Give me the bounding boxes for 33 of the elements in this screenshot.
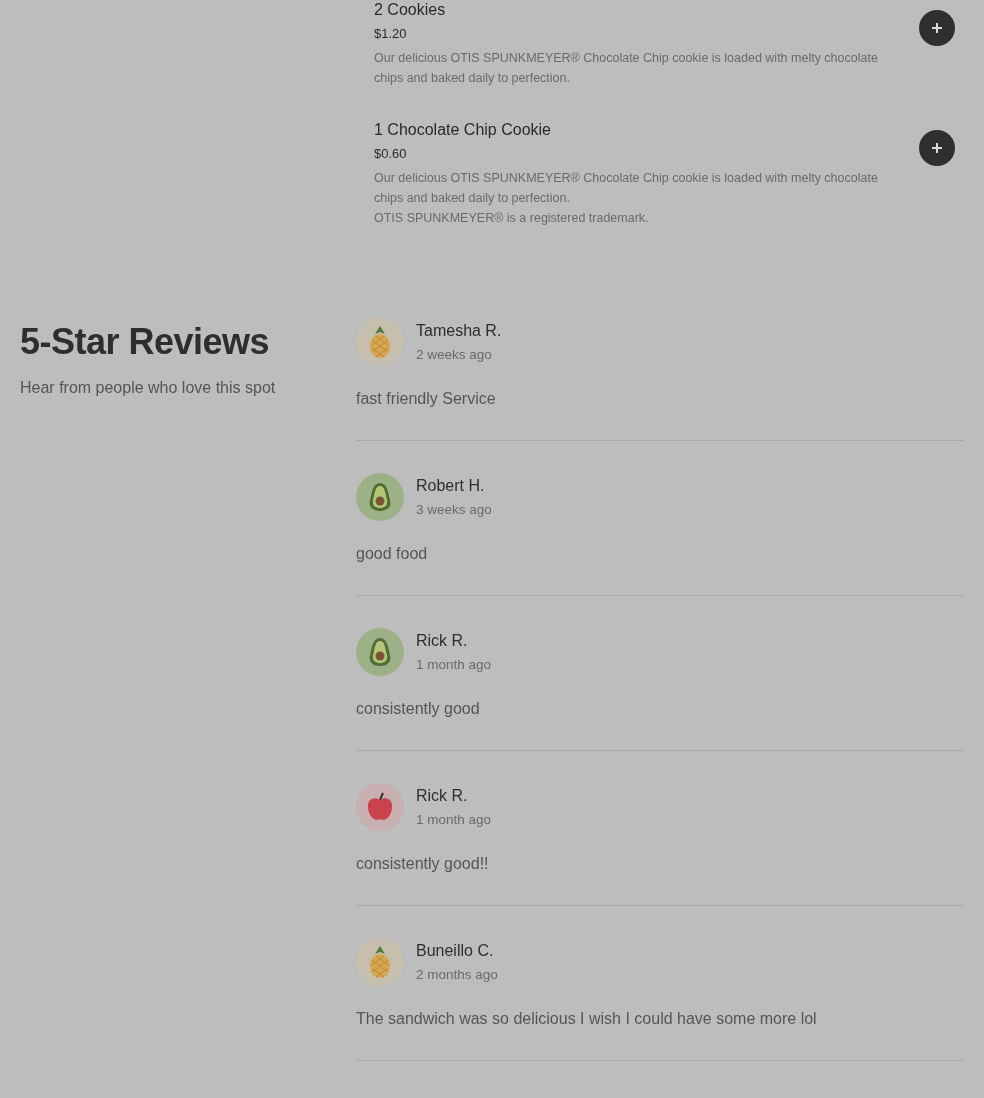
avocado-icon (368, 482, 392, 512)
item-description: OTIS SPUNKMEYER® is a registered trademark. (374, 210, 650, 227)
review-time: 1 month ago (416, 810, 492, 829)
reviewer-name: Rick R. (416, 785, 469, 806)
review-text: consistently good (356, 699, 481, 719)
item-price: $1.20 (374, 25, 408, 43)
avocado-icon (368, 637, 392, 667)
item-title: 1 Chocolate Chip Cookie (374, 120, 552, 140)
pineapple-icon (369, 946, 391, 978)
apple-icon (366, 792, 394, 822)
plus-icon (931, 22, 943, 34)
section-subtitle: Hear from people who love this spot (20, 378, 277, 398)
section-title: 5-Star Reviews (20, 320, 271, 364)
add-button[interactable] (919, 130, 955, 166)
reviewer-name: Tamesha R. (416, 320, 502, 341)
item-description: Our delicious OTIS SPUNKMEYER® Chocolate Chip cookie is loaded with melty chocolate chips and baked daily to perfection. (374, 50, 879, 87)
plus-icon (931, 142, 943, 154)
review-text: The sandwich was so delicious I wish I could have some more lol (356, 1009, 818, 1029)
item-price: $0.60 (374, 145, 408, 163)
reviewer-name: Buneillo C. (416, 940, 495, 961)
item-description: Our delicious OTIS SPUNKMEYER® Chocolate Chip cookie is loaded with melty chocolate chips and baked daily to perfection. (374, 170, 879, 207)
review-text: good food (356, 544, 429, 564)
reviewer-name: Rick R. (416, 630, 469, 651)
pineapple-icon (369, 326, 391, 358)
add-button[interactable] (919, 10, 955, 46)
review-time: 2 months ago (416, 965, 498, 984)
item-title: 2 Cookies (374, 0, 447, 20)
reviewer-name: Robert H. (416, 475, 486, 496)
review-text: fast friendly Service (356, 389, 497, 409)
review-time: 2 weeks ago (416, 345, 493, 364)
review-time: 3 weeks ago (416, 500, 492, 519)
review-text: consistently good!! (356, 854, 490, 874)
review-time: 1 month ago (416, 655, 492, 674)
